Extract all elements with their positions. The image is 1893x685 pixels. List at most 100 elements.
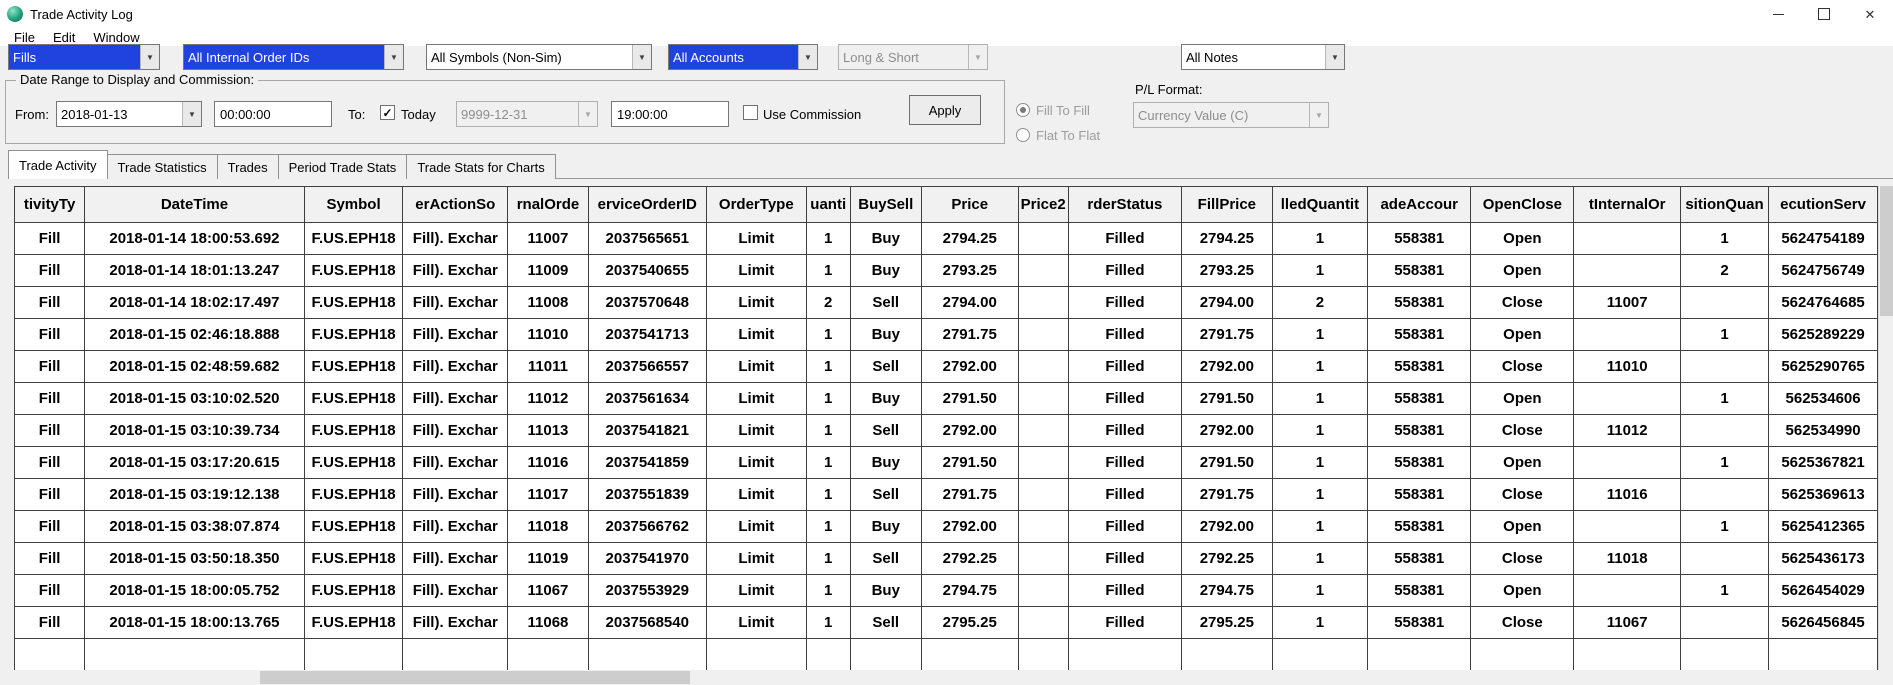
table-row[interactable]: Fill 2018-01-15 03:17:20.615 F.US.EPH18 Fil… [14, 446, 1878, 479]
cell: 11007 [507, 222, 589, 255]
cell [1573, 254, 1681, 287]
table-row[interactable] [14, 638, 1878, 670]
from-time-input[interactable] [214, 101, 332, 127]
tab-trade-activity[interactable]: Trade Activity [8, 150, 108, 179]
table-row[interactable]: Fill 2018-01-15 18:00:05.752 F.US.EPH18 Fil… [14, 574, 1878, 607]
cell: 2 [1271, 286, 1369, 319]
cell: 11017 [507, 478, 589, 511]
column-header[interactable]: OpenClose [1470, 186, 1575, 223]
from-label: From: [15, 107, 49, 122]
column-header[interactable]: FillPrice [1181, 186, 1273, 223]
use-commission-checkbox[interactable] [743, 105, 758, 120]
table-row[interactable]: Fill 2018-01-15 03:50:18.350 F.US.EPH18 Fil… [14, 542, 1878, 575]
column-header[interactable]: uanti [805, 186, 851, 223]
tab-trades[interactable]: Trades [216, 154, 279, 179]
column-header[interactable]: erviceOrderID [587, 186, 707, 223]
cell [1017, 382, 1069, 415]
column-header[interactable]: erActionSo [402, 186, 509, 223]
cell: Fill [14, 286, 86, 319]
table-row[interactable]: Fill 2018-01-15 03:38:07.874 F.US.EPH18 Fil… [14, 510, 1878, 543]
symbols-select[interactable]: All Symbols (Non-Sim) ▼ [426, 44, 652, 70]
column-header[interactable]: lledQuantit [1271, 186, 1369, 223]
column-header[interactable]: DateTime [84, 186, 305, 223]
menu-edit[interactable]: Edit [44, 30, 84, 45]
chevron-down-icon[interactable]: ▼ [1325, 45, 1344, 69]
cell: Fill [14, 414, 86, 447]
cell: Open [1470, 574, 1575, 607]
cell: 11008 [507, 286, 589, 319]
today-checkbox[interactable]: ✓ [380, 105, 395, 120]
cell: 1 [805, 574, 851, 607]
cell [1573, 574, 1681, 607]
column-header[interactable]: rnalOrde [507, 186, 589, 223]
minimize-icon [1772, 13, 1784, 15]
cell: 1 [1271, 382, 1369, 415]
cell: 1 [805, 478, 851, 511]
cell: 2791.75 [920, 318, 1019, 351]
menu-file[interactable]: File [5, 30, 44, 45]
cell: 2037551839 [587, 478, 707, 511]
close-button[interactable]: ✕ [1847, 0, 1893, 28]
column-header[interactable]: adeAccour [1367, 186, 1472, 223]
activity-type-select[interactable]: Fills ▼ [8, 44, 160, 70]
cell: Fill). Exchar [402, 286, 509, 319]
pl-format-label: P/L Format: [1135, 82, 1203, 97]
minimize-button[interactable] [1755, 0, 1801, 28]
cell [14, 638, 86, 670]
column-header[interactable]: Symbol [303, 186, 404, 223]
column-header[interactable]: BuySell [849, 186, 922, 223]
cell: Filled [1067, 286, 1183, 319]
cell: Fill). Exchar [402, 382, 509, 415]
cell: Limit [705, 414, 807, 447]
cell: Open [1470, 382, 1575, 415]
from-date-select[interactable]: 2018-01-13 ▼ [56, 101, 202, 127]
vertical-scrollbar[interactable] [1878, 186, 1893, 670]
column-header[interactable]: tInternalOr [1573, 186, 1681, 223]
tab-trade-stats-for-charts[interactable]: Trade Stats for Charts [406, 154, 556, 179]
table-row[interactable]: Fill 2018-01-14 18:01:13.247 F.US.EPH18 Fil… [14, 254, 1878, 287]
table-row[interactable]: Fill 2018-01-15 02:48:59.682 F.US.EPH18 Fil… [14, 350, 1878, 383]
cell: Limit [705, 350, 807, 383]
table-row[interactable]: Fill 2018-01-15 03:10:02.520 F.US.EPH18 Fil… [14, 382, 1878, 415]
cell: 1 [1271, 414, 1369, 447]
table-row[interactable]: Fill 2018-01-15 03:19:12.138 F.US.EPH18 Fil… [14, 478, 1878, 511]
table-row[interactable]: Fill 2018-01-15 03:10:39.734 F.US.EPH18 Fil… [14, 414, 1878, 447]
vertical-scrollbar-thumb[interactable] [1880, 186, 1893, 316]
table-row[interactable]: Fill 2018-01-14 18:00:53.692 F.US.EPH18 Fil… [14, 222, 1878, 255]
column-header[interactable]: Price2 [1017, 186, 1069, 223]
apply-button[interactable]: Apply [909, 95, 981, 125]
tab-period-trade-stats[interactable]: Period Trade Stats [277, 154, 408, 179]
cell: 2795.25 [920, 606, 1019, 639]
column-header[interactable]: tivityTy [14, 186, 86, 223]
maximize-button[interactable] [1801, 0, 1847, 28]
table-row[interactable]: Fill 2018-01-14 18:02:17.497 F.US.EPH18 Fil… [14, 286, 1878, 319]
column-header[interactable]: sitionQuan [1679, 186, 1770, 223]
accounts-select[interactable]: All Accounts ▼ [668, 44, 818, 70]
column-header[interactable]: OrderType [705, 186, 807, 223]
column-header[interactable]: Price [920, 186, 1019, 223]
cell: Buy [849, 318, 922, 351]
column-header[interactable]: ecutionServ [1768, 186, 1878, 223]
cell: 5624764685 [1768, 286, 1878, 319]
to-time-input[interactable] [611, 101, 729, 127]
horizontal-scrollbar[interactable] [0, 670, 1878, 685]
to-date-select: 9999-12-31 ▼ [456, 101, 598, 127]
app-icon [7, 6, 23, 22]
cell: Close [1470, 414, 1575, 447]
chevron-down-icon[interactable]: ▼ [632, 45, 651, 69]
horizontal-scrollbar-thumb[interactable] [260, 671, 690, 684]
cell: 2792.00 [1181, 350, 1273, 383]
chevron-down-icon[interactable]: ▼ [798, 45, 817, 69]
chevron-down-icon[interactable]: ▼ [182, 102, 201, 126]
chevron-down-icon[interactable]: ▼ [384, 45, 403, 69]
cell [1017, 606, 1069, 639]
column-header[interactable]: rderStatus [1067, 186, 1183, 223]
table-row[interactable]: Fill 2018-01-15 02:46:18.888 F.US.EPH18 Fil… [14, 318, 1878, 351]
cell: Open [1470, 446, 1575, 479]
chevron-down-icon[interactable]: ▼ [140, 45, 159, 69]
table-row[interactable]: Fill 2018-01-15 18:00:13.765 F.US.EPH18 Fil… [14, 606, 1878, 639]
notes-select[interactable]: All Notes ▼ [1181, 44, 1345, 70]
tab-trade-statistics[interactable]: Trade Statistics [106, 154, 218, 179]
internal-order-ids-select[interactable]: All Internal Order IDs ▼ [183, 44, 404, 70]
menu-window[interactable]: Window [84, 30, 148, 45]
